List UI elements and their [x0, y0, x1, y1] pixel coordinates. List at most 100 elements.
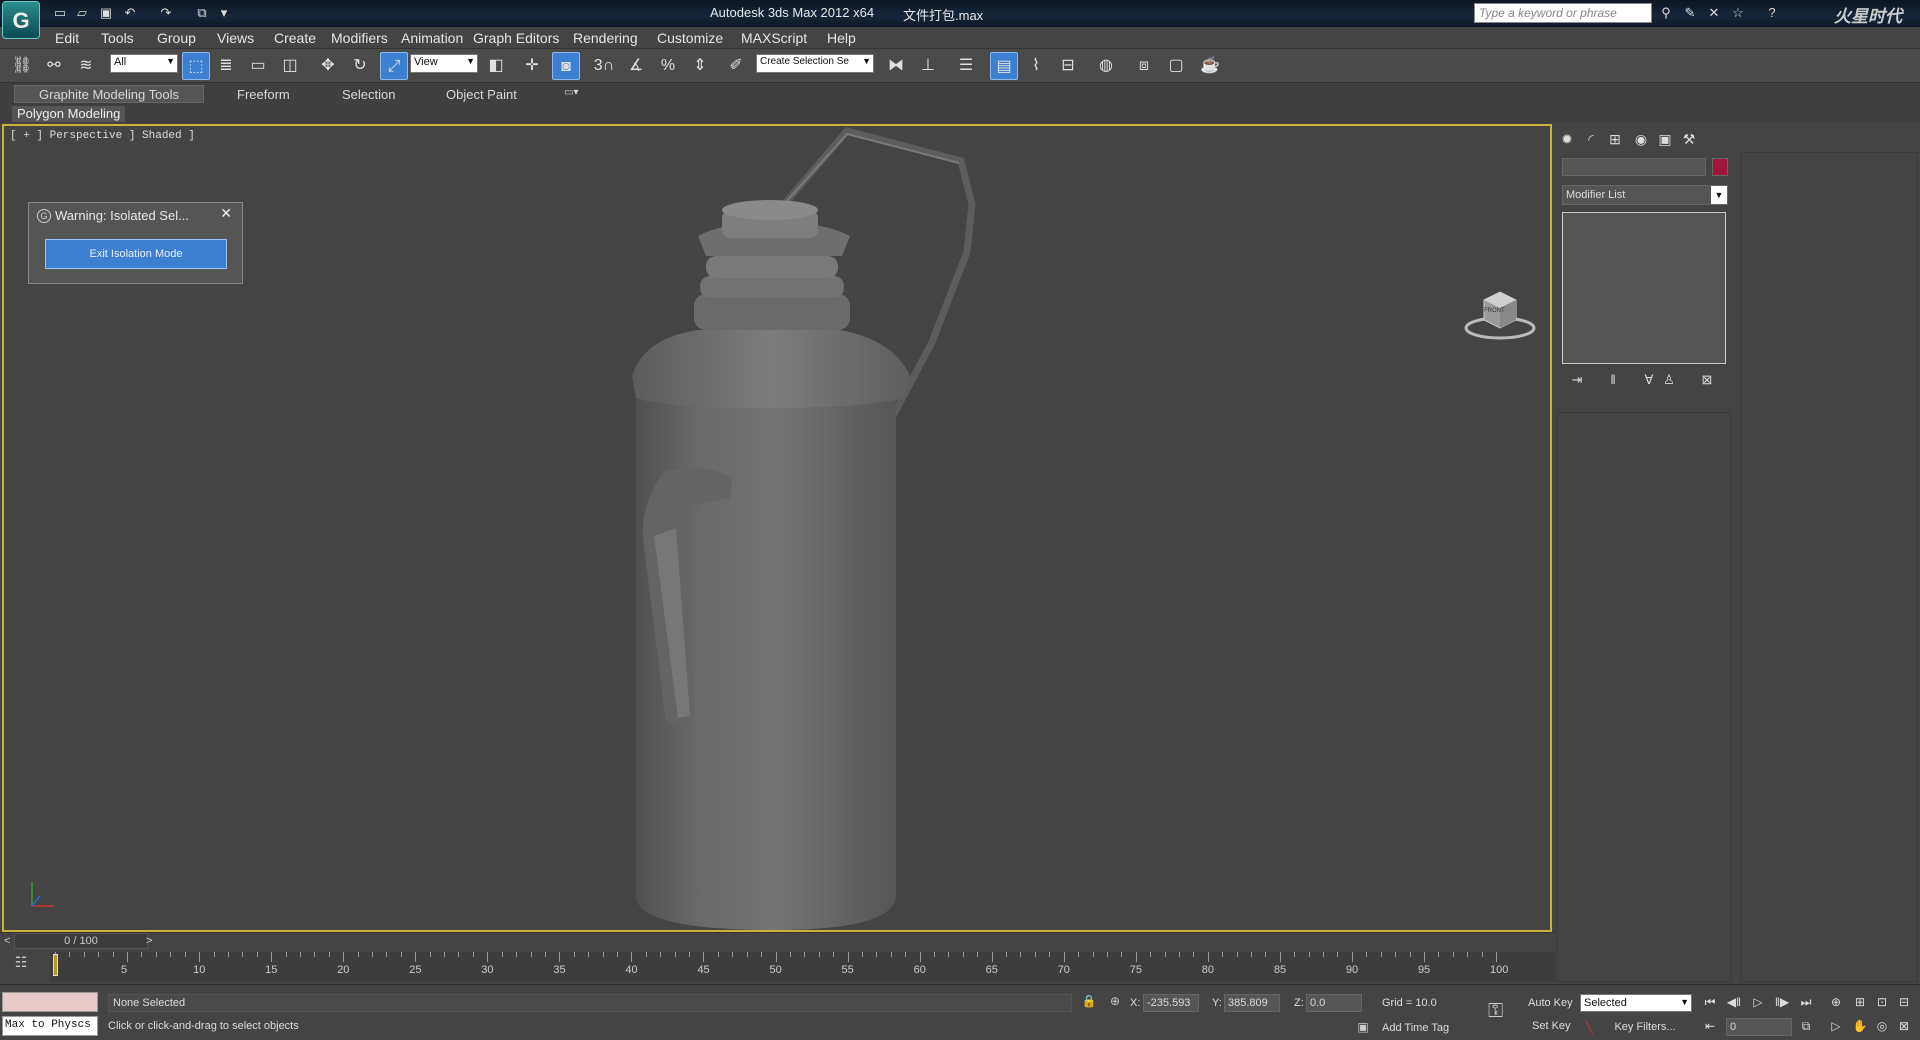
- subscription-icon[interactable]: ✎: [1680, 3, 1700, 23]
- communication-icon[interactable]: ✕: [1704, 3, 1724, 23]
- select-object-icon[interactable]: ⬚: [182, 52, 210, 80]
- binoculars-icon[interactable]: ⚲: [1656, 3, 1676, 23]
- edit-named-selection-icon[interactable]: ✐: [722, 52, 750, 80]
- rendered-frame-window-icon[interactable]: ▢: [1162, 52, 1190, 80]
- time-prev-button[interactable]: <: [4, 935, 10, 947]
- hold-icon[interactable]: ⧉: [192, 3, 212, 23]
- schematic-view-icon[interactable]: ⊟: [1054, 52, 1082, 80]
- open-file-icon[interactable]: ▱: [72, 3, 92, 23]
- z-coordinate-field[interactable]: 0.0: [1306, 994, 1362, 1012]
- unlink-icon[interactable]: ⚯: [40, 52, 68, 80]
- key-mode-toggle-icon[interactable]: ⇤: [1700, 1016, 1720, 1036]
- lock-selection-icon[interactable]: 🔒: [1080, 994, 1098, 1012]
- save-file-icon[interactable]: ▣: [96, 3, 116, 23]
- y-coordinate-field[interactable]: 385.809: [1224, 994, 1280, 1012]
- time-configuration-icon[interactable]: ⧉: [1796, 1016, 1816, 1036]
- hierarchy-tab-icon[interactable]: ⊞: [1604, 128, 1626, 150]
- make-unique-icon[interactable]: ∀: [1638, 370, 1660, 390]
- menu-maxscript[interactable]: MAXScript: [741, 30, 807, 46]
- scale-icon[interactable]: ⤢: [380, 52, 408, 80]
- play-icon[interactable]: ▷: [1748, 992, 1768, 1012]
- quick-access-dropdown-icon[interactable]: ▾: [214, 3, 234, 23]
- remove-modifier-icon[interactable]: ♙: [1658, 370, 1680, 390]
- show-end-result-icon[interactable]: ‖: [1602, 370, 1624, 390]
- previous-frame-icon[interactable]: ◀‖: [1724, 992, 1744, 1012]
- set-key-button[interactable]: Set Key: [1532, 1020, 1571, 1032]
- bind-space-warp-icon[interactable]: ≋: [72, 52, 100, 80]
- angle-snap-icon[interactable]: ∡: [622, 52, 650, 80]
- dialog-title[interactable]: G Warning: Isolated Sel...: [33, 206, 238, 226]
- close-icon[interactable]: ✕: [220, 205, 232, 222]
- mirror-icon[interactable]: ⧓: [882, 52, 910, 80]
- ribbon-options-icon[interactable]: ▭▾: [564, 87, 578, 98]
- x-coordinate-field[interactable]: -235.593: [1143, 994, 1199, 1012]
- key-selection-set-select[interactable]: Selected ▼: [1580, 994, 1692, 1012]
- zoom-icon[interactable]: ⊕: [1826, 992, 1846, 1012]
- tab-freeform[interactable]: Freeform: [237, 87, 290, 102]
- selection-filter-select[interactable]: All ▼: [110, 54, 178, 73]
- favorites-icon[interactable]: ☆: [1728, 3, 1748, 23]
- redo-icon[interactable]: ↷: [156, 3, 176, 23]
- menu-create[interactable]: Create: [274, 30, 316, 46]
- auto-key-button[interactable]: Auto Key: [1528, 997, 1573, 1009]
- mini-curve-editor-icon[interactable]: ☷: [8, 954, 34, 976]
- pin-stack-icon[interactable]: ⇥: [1566, 370, 1588, 390]
- tab-object-paint[interactable]: Object Paint: [446, 87, 517, 102]
- object-name-field[interactable]: [1562, 158, 1706, 176]
- help-icon[interactable]: ?: [1762, 3, 1782, 23]
- object-color-swatch[interactable]: [1712, 158, 1728, 176]
- configure-modifier-sets-icon[interactable]: ⊠: [1696, 370, 1718, 390]
- snaps-toggle-icon[interactable]: 3∩: [590, 52, 618, 80]
- add-time-tag-button[interactable]: Add Time Tag: [1382, 1022, 1449, 1034]
- modify-tab-icon[interactable]: ◜: [1580, 128, 1602, 150]
- keyboard-shortcut-override-icon[interactable]: ◙: [552, 52, 580, 80]
- search-input[interactable]: Type a keyword or phrase: [1474, 3, 1652, 23]
- percent-snap-icon[interactable]: %: [654, 52, 682, 80]
- menu-rendering[interactable]: Rendering: [573, 30, 638, 46]
- modifier-stack[interactable]: [1562, 212, 1726, 364]
- zoom-extents-icon[interactable]: ⊡: [1872, 992, 1892, 1012]
- create-tab-icon[interactable]: ✹: [1556, 128, 1578, 150]
- modifier-list-dropdown[interactable]: Modifier List ▼: [1562, 185, 1728, 205]
- move-icon[interactable]: ✥: [314, 52, 342, 80]
- time-tag-icon[interactable]: ▣: [1354, 1020, 1372, 1038]
- tab-selection[interactable]: Selection: [342, 87, 395, 102]
- new-file-icon[interactable]: ▭: [50, 3, 70, 23]
- absolute-mode-icon[interactable]: ⊕: [1106, 994, 1124, 1012]
- select-by-name-icon[interactable]: ≣: [212, 52, 240, 80]
- next-frame-icon[interactable]: ‖▶: [1772, 992, 1792, 1012]
- set-key-filter-icon[interactable]: ╲: [1580, 1020, 1598, 1038]
- viewcube[interactable]: FRONT: [1462, 286, 1538, 342]
- zoom-all-icon[interactable]: ⊞: [1850, 992, 1870, 1012]
- maxscript-input[interactable]: Max to Physcs (: [2, 1016, 98, 1036]
- link-icon[interactable]: ⛓: [8, 52, 36, 80]
- window-crossing-icon[interactable]: ◫: [276, 52, 304, 80]
- reference-coordinate-select[interactable]: View ▼: [410, 54, 478, 73]
- exit-isolation-mode-button[interactable]: Exit Isolation Mode: [45, 239, 227, 269]
- spinner-snap-icon[interactable]: ⇕: [686, 52, 714, 80]
- graphite-toggle-icon[interactable]: ▤: [990, 52, 1018, 80]
- render-production-icon[interactable]: ☕: [1196, 52, 1224, 80]
- menu-customize[interactable]: Customize: [657, 30, 723, 46]
- pan-icon[interactable]: ✋: [1850, 1016, 1870, 1036]
- material-editor-icon[interactable]: ◍: [1092, 52, 1120, 80]
- tab-graphite-modeling-tools[interactable]: Graphite Modeling Tools: [14, 85, 204, 103]
- menu-animation[interactable]: Animation: [401, 30, 463, 46]
- layer-manager-icon[interactable]: ☰: [952, 52, 980, 80]
- display-tab-icon[interactable]: ▣: [1654, 128, 1676, 150]
- named-selection-sets-select[interactable]: Create Selection Se ▼: [756, 54, 874, 73]
- render-setup-icon[interactable]: ⧈: [1130, 52, 1158, 80]
- panel-polygon-modeling[interactable]: Polygon Modeling: [12, 106, 126, 122]
- menu-group[interactable]: Group: [157, 30, 196, 46]
- menu-tools[interactable]: Tools: [101, 30, 134, 46]
- motion-tab-icon[interactable]: ◉: [1630, 128, 1652, 150]
- maximize-viewport-icon[interactable]: ⊠: [1894, 1016, 1914, 1036]
- utilities-tab-icon[interactable]: ⚒: [1678, 128, 1700, 150]
- key-icon[interactable]: ⚿: [1488, 1000, 1503, 1023]
- select-manipulate-icon[interactable]: ✛: [518, 52, 546, 80]
- curve-editor-icon[interactable]: ⌇: [1022, 52, 1050, 80]
- align-icon[interactable]: ⊥: [914, 52, 942, 80]
- go-to-start-icon[interactable]: ⏮: [1700, 992, 1720, 1012]
- menu-edit[interactable]: Edit: [55, 30, 79, 46]
- menu-graph-editors[interactable]: Graph Editors: [473, 30, 559, 46]
